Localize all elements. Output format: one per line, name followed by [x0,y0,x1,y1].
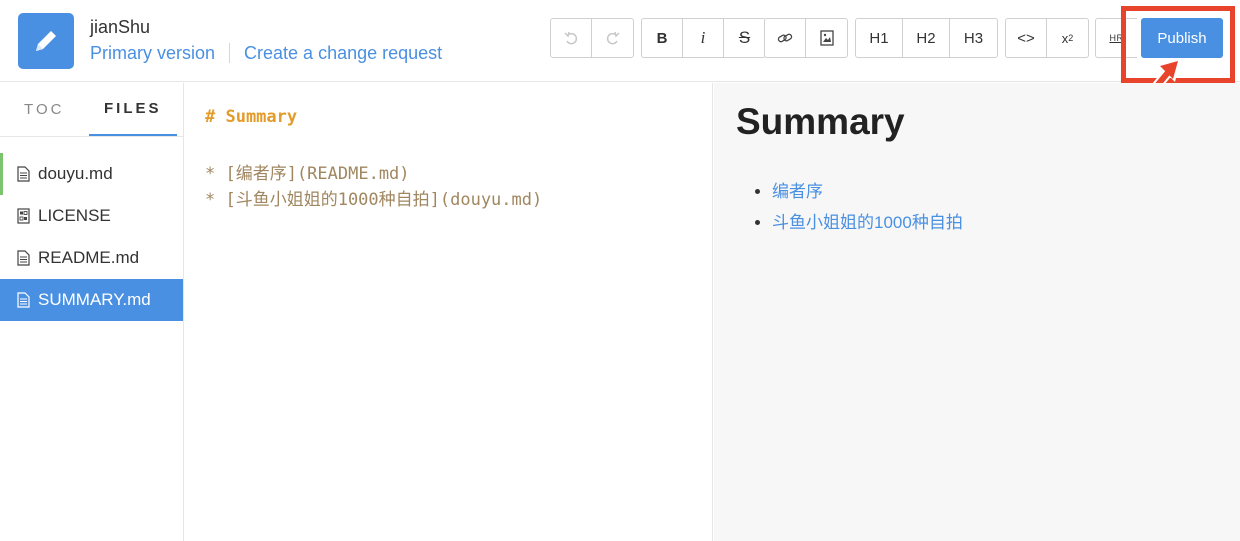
strikethrough-button[interactable]: S [724,19,765,57]
editor-line-heading[interactable]: # Summary [205,107,297,127]
preview-title: Summary [736,101,905,142]
primary-version-link[interactable]: Primary version [90,43,215,64]
preview-list-item: 斗鱼小姐姐的1000种自拍 [772,208,963,239]
header: jianShu Primary version Create a change … [0,0,1240,127]
h3-button[interactable]: H3 [950,19,997,57]
subscript-button[interactable]: x2 [1047,19,1088,57]
license-file-icon [17,208,30,224]
file-item-readme[interactable]: README.md [0,237,183,279]
undo-icon [564,31,578,45]
heading-toolbar-group: H1 H2 H3 [855,18,998,58]
image-icon [819,30,834,46]
tab-files[interactable]: FILES [88,83,177,136]
file-name: LICENSE [38,206,111,225]
undo-button[interactable] [551,19,592,57]
h2-button[interactable]: H2 [903,19,950,57]
edit-pencil-icon[interactable] [18,13,74,69]
file-icon [17,250,30,266]
version-row: Primary version Create a change request [90,42,442,64]
redo-icon [606,31,620,45]
editor-line-item[interactable]: * [斗鱼小姐姐的1000种自拍](douyu.md) [205,185,542,210]
file-list: douyu.md LICENSE README.md SUMMARY.md [0,153,183,321]
format-toolbar-group: B i S [641,18,766,58]
sidebar: TOC FILES douyu.md LICENSE README.md SUM… [0,83,184,541]
link-button[interactable] [765,19,806,57]
file-icon [17,292,30,308]
file-item-summary[interactable]: SUMMARY.md [0,279,183,321]
tab-toc[interactable]: TOC [0,83,89,136]
markdown-editor[interactable]: # Summary * [编者序](README.md) * [斗鱼小姐姐的10… [185,83,713,541]
file-name: SUMMARY.md [38,290,151,309]
book-title: jianShu [90,17,151,37]
history-toolbar-group [550,18,634,58]
file-item-douyu[interactable]: douyu.md [0,153,183,195]
preview-link[interactable]: 斗鱼小姐姐的1000种自拍 [772,213,963,232]
preview-list: 编者序 斗鱼小姐姐的1000种自拍 [754,177,963,239]
preview-link[interactable]: 编者序 [772,182,823,201]
redo-button[interactable] [592,19,633,57]
code-button[interactable]: <> [1006,19,1047,57]
bold-button[interactable]: B [642,19,683,57]
file-name: README.md [38,248,140,267]
file-icon [17,166,30,182]
code-toolbar-group: <> x2 [1005,18,1089,58]
file-name: douyu.md [38,164,113,183]
editor-line-item[interactable]: * [编者序](README.md) [205,159,410,184]
image-button[interactable] [806,19,847,57]
create-change-request-link[interactable]: Create a change request [244,43,442,64]
insert-toolbar-group [764,18,848,58]
italic-button[interactable]: i [683,19,724,57]
version-separator [229,43,231,63]
subscript-digit: 2 [1068,33,1074,43]
markdown-preview: Summary 编者序 斗鱼小姐姐的1000种自拍 [714,83,1240,541]
sidebar-tabs: TOC FILES [0,83,183,137]
file-item-license[interactable]: LICENSE [0,195,183,237]
link-icon [777,33,793,43]
h1-button[interactable]: H1 [856,19,903,57]
preview-list-item: 编者序 [772,177,963,208]
